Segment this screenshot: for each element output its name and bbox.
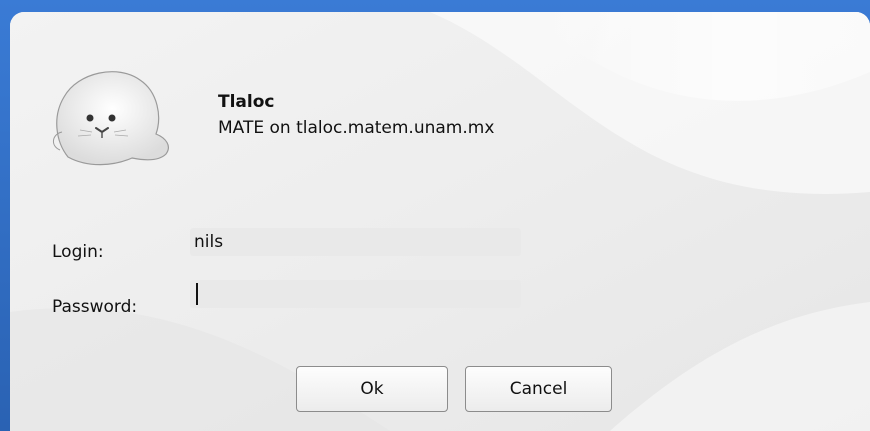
- session-subtitle: MATE on tlaloc.matem.unam.mx: [218, 118, 495, 138]
- login-label: Login:: [52, 242, 104, 262]
- ok-button[interactable]: Ok: [296, 366, 448, 412]
- login-value: nils: [194, 232, 224, 252]
- cancel-button[interactable]: Cancel: [465, 366, 612, 412]
- password-field[interactable]: [190, 280, 521, 308]
- login-dialog: Tlaloc MATE on tlaloc.matem.unam.mx Logi…: [10, 12, 870, 431]
- login-field[interactable]: nils: [190, 228, 521, 256]
- seal-avatar-icon: [53, 71, 169, 166]
- password-label: Password:: [52, 297, 138, 317]
- text-caret: [196, 283, 198, 305]
- host-title: Tlaloc: [218, 92, 275, 112]
